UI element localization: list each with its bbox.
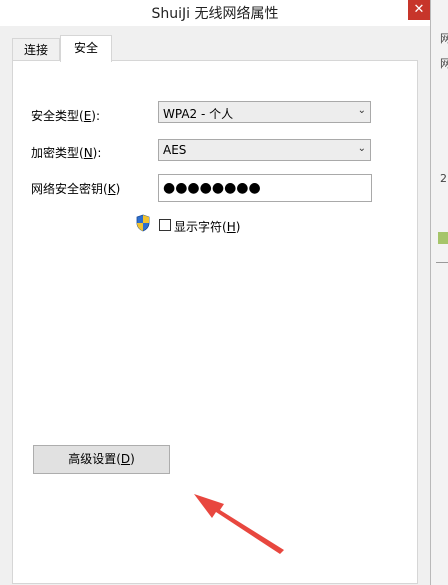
background-text: 2 [440, 172, 447, 185]
network-key-label: 网络安全密钥(K) [31, 182, 121, 196]
background-divider [436, 262, 448, 263]
uac-shield-icon [136, 214, 150, 232]
security-type-value: WPA2 - 个人 [163, 107, 234, 121]
security-type-label: 安全类型(E): [31, 109, 101, 123]
show-characters-label[interactable]: 显示字符(H) [174, 218, 240, 235]
tab-security[interactable]: 安全 [60, 35, 112, 62]
close-icon: ✕ [413, 2, 425, 17]
tab-label: 连接 [23, 43, 48, 57]
chevron-down-icon: ⌄ [357, 143, 366, 154]
network-key-input[interactable]: ●●●●●●●● [158, 174, 372, 202]
wireless-properties-dialog: ShuiJi 无线网络属性 ✕ 连接 安全 安全类型(E): WPA2 - 个人… [0, 0, 431, 585]
security-type-select[interactable]: WPA2 - 个人 ⌄ [158, 101, 371, 123]
encryption-type-select[interactable]: AES ⌄ [158, 139, 371, 161]
encryption-type-value: AES [163, 143, 187, 157]
background-window [430, 0, 448, 585]
background-text: 网 [440, 57, 448, 70]
show-characters-checkbox[interactable] [159, 219, 171, 231]
background-accent [438, 232, 448, 244]
title-bar: ShuiJi 无线网络属性 ✕ [0, 0, 430, 26]
advanced-settings-button[interactable]: 高级设置(D) [33, 445, 170, 474]
chevron-down-icon: ⌄ [357, 105, 366, 116]
annotation-arrow-icon [194, 494, 284, 554]
tab-connection[interactable]: 连接 [12, 38, 60, 61]
network-key-value: ●●●●●●●● [163, 180, 261, 196]
background-text: 网 [440, 32, 448, 45]
tab-label: 安全 [73, 41, 98, 55]
window-title: ShuiJi 无线网络属性 [151, 6, 279, 22]
close-button[interactable]: ✕ [408, 0, 430, 20]
encryption-type-label: 加密类型(N): [31, 146, 102, 160]
